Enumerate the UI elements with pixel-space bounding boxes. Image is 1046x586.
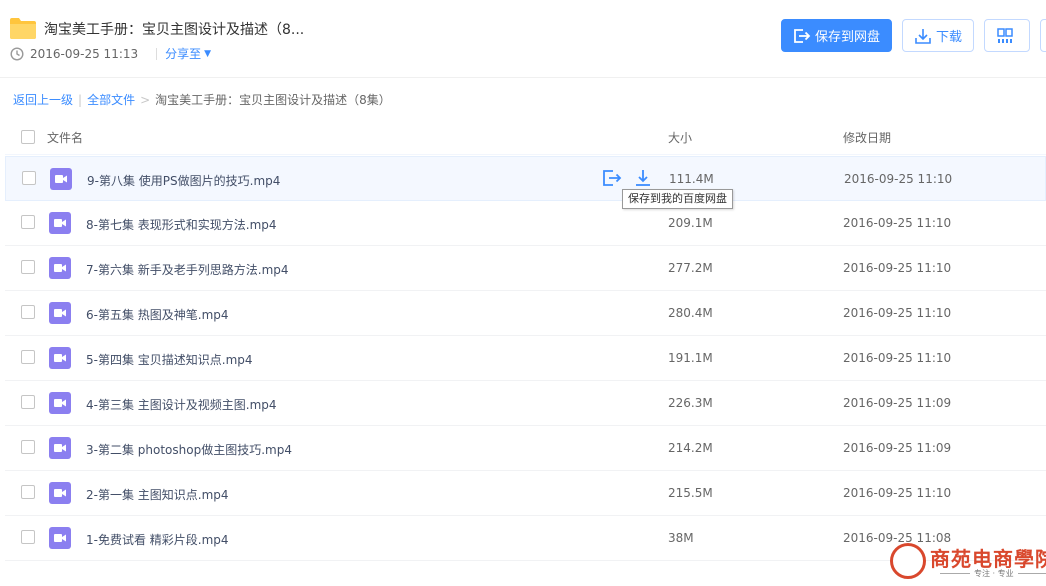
more-button[interactable] (1040, 19, 1046, 52)
video-file-icon (49, 257, 71, 279)
qrcode-button[interactable] (984, 19, 1030, 52)
table-row[interactable]: 9-第八集 使用PS做图片的技巧.mp4 111.4M 2016-09-25 1… (5, 156, 1046, 201)
file-list-header: 文件名 大小 修改日期 (5, 118, 1046, 155)
row-checkbox[interactable] (21, 260, 35, 274)
file-date: 2016-09-25 11:10 (843, 351, 952, 365)
row-checkbox[interactable] (21, 440, 35, 454)
file-name[interactable]: 3-第二集 photoshop做主图技巧.mp4 (86, 441, 292, 458)
row-checkbox[interactable] (21, 530, 35, 544)
table-row[interactable]: 8-第七集 表现形式和实现方法.mp4 209.1M 2016-09-25 11… (5, 201, 1046, 246)
clock-icon (10, 46, 24, 61)
share-meta: 2016-09-25 11:13 分享至 ▼ (10, 45, 211, 62)
video-file-icon (49, 527, 71, 549)
table-row[interactable]: 6-第五集 热图及神笔.mp4 280.4M 2016-09-25 11:10 (5, 291, 1046, 336)
chevron-down-icon: ▼ (204, 48, 212, 59)
file-size: 209.1M (668, 216, 713, 230)
file-name[interactable]: 5-第四集 宝贝描述知识点.mp4 (86, 351, 253, 368)
file-date: 2016-09-25 11:10 (844, 172, 953, 186)
file-name[interactable]: 6-第五集 热图及神笔.mp4 (86, 306, 229, 323)
table-row[interactable]: 2-第一集 主图知识点.mp4 215.5M 2016-09-25 11:10 (5, 471, 1046, 516)
download-label: 下载 (935, 30, 962, 45)
file-date: 2016-09-25 11:10 (843, 486, 952, 500)
file-name[interactable]: 4-第三集 主图设计及视频主图.mp4 (86, 396, 277, 413)
row-checkbox[interactable] (21, 350, 35, 364)
watermark-tagline: 专注 · 专业 (936, 568, 1046, 579)
file-size: 214.2M (668, 441, 713, 455)
file-size: 38M (668, 531, 694, 545)
breadcrumb-back[interactable]: 返回上一级 (13, 91, 73, 108)
file-size: 280.4M (668, 306, 713, 320)
qrcode-icon (997, 27, 1013, 43)
row-checkbox[interactable] (21, 485, 35, 499)
breadcrumb: 返回上一级 | 全部文件 > 淘宝美工手册：宝贝主图设计及描述（8集） (13, 91, 391, 108)
file-size: 226.3M (668, 396, 713, 410)
video-file-icon (49, 302, 71, 324)
file-size: 277.2M (668, 261, 713, 275)
watermark-emblem-icon (890, 543, 926, 579)
file-size: 111.4M (669, 172, 714, 186)
column-header-date[interactable]: 修改日期 (843, 129, 891, 146)
table-row[interactable]: 3-第二集 photoshop做主图技巧.mp4 214.2M 2016-09-… (5, 426, 1046, 471)
download-icon[interactable] (634, 169, 652, 187)
file-name[interactable]: 9-第八集 使用PS做图片的技巧.mp4 (87, 172, 280, 189)
file-date: 2016-09-25 11:10 (843, 261, 952, 275)
save-to-cloud-button[interactable]: 保存到网盘 (781, 19, 892, 52)
folder-icon (10, 18, 36, 39)
save-to-cloud-icon[interactable] (602, 169, 622, 187)
file-date: 2016-09-25 11:10 (843, 216, 952, 230)
save-to-cloud-icon (794, 28, 811, 43)
row-checkbox[interactable] (21, 395, 35, 409)
file-date: 2016-09-25 11:09 (843, 396, 952, 410)
breadcrumb-separator: | (78, 92, 83, 107)
file-size: 191.1M (668, 351, 713, 365)
select-all-checkbox[interactable] (21, 130, 35, 144)
video-file-icon (49, 482, 71, 504)
breadcrumb-current: 淘宝美工手册：宝贝主图设计及描述（8集） (155, 93, 391, 107)
meta-divider (156, 47, 158, 60)
file-date: 2016-09-25 11:09 (843, 441, 952, 455)
video-file-icon (50, 168, 72, 190)
file-name[interactable]: 7-第六集 新手及老手列思路方法.mp4 (86, 261, 289, 278)
share-title: 淘宝美工手册：宝贝主图设计及描述（8... (44, 22, 305, 38)
breadcrumb-all-files[interactable]: 全部文件 (87, 91, 135, 108)
watermark-logo: 商苑电商學院 专注 · 专业 (888, 542, 1046, 582)
breadcrumb-separator: > (140, 92, 151, 107)
video-file-icon (49, 392, 71, 414)
column-header-name[interactable]: 文件名 (47, 129, 83, 146)
download-icon (915, 28, 931, 44)
save-to-cloud-label: 保存到网盘 (814, 30, 880, 45)
file-name[interactable]: 2-第一集 主图知识点.mp4 (86, 486, 229, 503)
video-file-icon (49, 212, 71, 234)
row-checkbox[interactable] (22, 171, 36, 185)
column-header-size[interactable]: 大小 (668, 129, 692, 146)
download-button[interactable]: 下载 (902, 19, 974, 52)
video-file-icon (49, 347, 71, 369)
share-header: 淘宝美工手册：宝贝主图设计及描述（8... 2016-09-25 11:13 分… (0, 0, 1046, 78)
file-name[interactable]: 8-第七集 表现形式和实现方法.mp4 (86, 216, 277, 233)
share-date: 2016-09-25 11:13 (30, 46, 139, 61)
table-row[interactable]: 4-第三集 主图设计及视频主图.mp4 226.3M 2016-09-25 11… (5, 381, 1046, 426)
share-to-dropdown[interactable]: 分享至 ▼ (165, 45, 211, 62)
file-date: 2016-09-25 11:10 (843, 306, 952, 320)
file-list: 9-第八集 使用PS做图片的技巧.mp4 111.4M 2016-09-25 1… (5, 156, 1046, 561)
video-file-icon (49, 437, 71, 459)
file-name[interactable]: 1-免费试看 精彩片段.mp4 (86, 531, 229, 548)
row-checkbox[interactable] (21, 305, 35, 319)
file-size: 215.5M (668, 486, 713, 500)
table-row[interactable]: 7-第六集 新手及老手列思路方法.mp4 277.2M 2016-09-25 1… (5, 246, 1046, 291)
table-row[interactable]: 5-第四集 宝贝描述知识点.mp4 191.1M 2016-09-25 11:1… (5, 336, 1046, 381)
share-to-label: 分享至 (165, 47, 202, 61)
save-tooltip: 保存到我的百度网盘 (622, 189, 733, 209)
row-actions (602, 169, 652, 187)
row-checkbox[interactable] (21, 215, 35, 229)
